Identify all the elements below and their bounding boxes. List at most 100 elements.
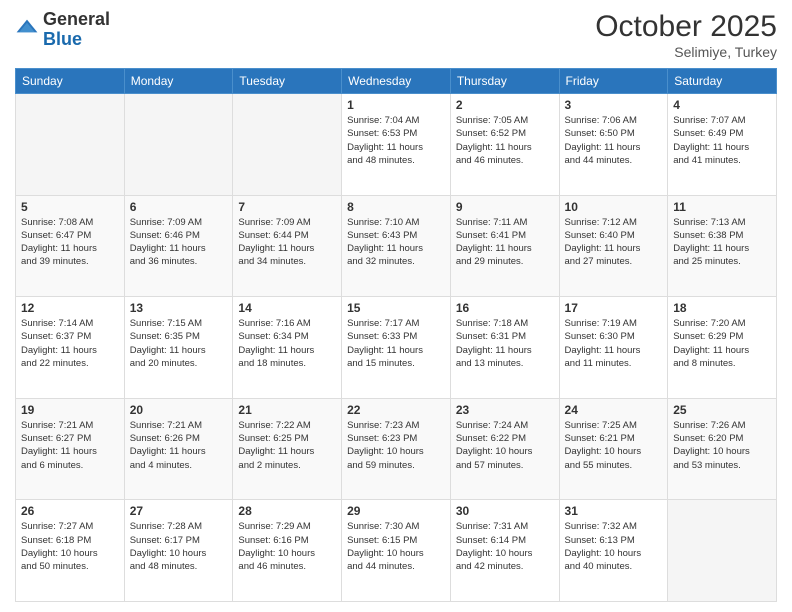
header-monday: Monday bbox=[124, 69, 233, 94]
day-info: Sunrise: 7:06 AMSunset: 6:50 PMDaylight:… bbox=[565, 114, 663, 167]
day-cell: 15Sunrise: 7:17 AMSunset: 6:33 PMDayligh… bbox=[342, 297, 451, 399]
day-info: Sunrise: 7:21 AMSunset: 6:26 PMDaylight:… bbox=[130, 419, 228, 472]
logo-icon bbox=[15, 18, 39, 42]
day-number: 9 bbox=[456, 200, 554, 214]
day-number: 5 bbox=[21, 200, 119, 214]
day-cell: 7 Sunrise: 7:09 AMSunset: 6:44 PMDaylight… bbox=[233, 195, 342, 297]
day-cell: 27 Sunrise: 7:28 AMSunset: 6:17 PMDayligh… bbox=[124, 500, 233, 602]
day-info: Sunrise: 7:09 AMSunset: 6:44 PMDaylight:… bbox=[238, 216, 336, 269]
day-info: Sunrise: 7:05 AMSunset: 6:52 PMDaylight:… bbox=[456, 114, 554, 167]
day-info: Sunrise: 7:22 AMSunset: 6:25 PMDaylight:… bbox=[238, 419, 336, 472]
day-number: 22 bbox=[347, 403, 445, 417]
logo: General Blue bbox=[15, 10, 110, 50]
day-number: 23 bbox=[456, 403, 554, 417]
day-number: 20 bbox=[130, 403, 228, 417]
week-row-4: 26Sunrise: 7:27 AMSunset: 6:18 PMDayligh… bbox=[16, 500, 777, 602]
day-info: Sunrise: 7:20 AMSunset: 6:29 PMDaylight:… bbox=[673, 317, 771, 370]
page: General Blue October 2025 Selimiye, Turk… bbox=[0, 0, 792, 612]
calendar-table: Sunday Monday Tuesday Wednesday Thursday… bbox=[15, 68, 777, 602]
day-cell: 24 Sunrise: 7:25 AMSunset: 6:21 PMDayligh… bbox=[559, 398, 668, 500]
day-cell: 25 Sunrise: 7:26 AMSunset: 6:20 PMDayligh… bbox=[668, 398, 777, 500]
day-cell: 3 Sunrise: 7:06 AMSunset: 6:50 PMDaylight… bbox=[559, 94, 668, 196]
day-number: 29 bbox=[347, 504, 445, 518]
day-cell: 16Sunrise: 7:18 AMSunset: 6:31 PMDayligh… bbox=[450, 297, 559, 399]
day-number: 21 bbox=[238, 403, 336, 417]
day-info: Sunrise: 7:12 AMSunset: 6:40 PMDaylight:… bbox=[565, 216, 663, 269]
day-cell: 18Sunrise: 7:20 AMSunset: 6:29 PMDayligh… bbox=[668, 297, 777, 399]
week-row-0: 1 Sunrise: 7:04 AMSunset: 6:53 PMDaylight… bbox=[16, 94, 777, 196]
day-cell: 14 Sunrise: 7:16 AMSunset: 6:34 PMDayligh… bbox=[233, 297, 342, 399]
day-cell bbox=[124, 94, 233, 196]
header-tuesday: Tuesday bbox=[233, 69, 342, 94]
day-info: Sunrise: 7:23 AMSunset: 6:23 PMDaylight:… bbox=[347, 419, 445, 472]
day-cell: 10 Sunrise: 7:12 AMSunset: 6:40 PMDayligh… bbox=[559, 195, 668, 297]
day-number: 27 bbox=[130, 504, 228, 518]
day-cell: 8 Sunrise: 7:10 AMSunset: 6:43 PMDaylight… bbox=[342, 195, 451, 297]
day-info: Sunrise: 7:25 AMSunset: 6:21 PMDaylight:… bbox=[565, 419, 663, 472]
month-title: October 2025 bbox=[595, 10, 777, 44]
day-cell: 11 Sunrise: 7:13 AMSunset: 6:38 PMDayligh… bbox=[668, 195, 777, 297]
day-cell: 21 Sunrise: 7:22 AMSunset: 6:25 PMDayligh… bbox=[233, 398, 342, 500]
day-info: Sunrise: 7:26 AMSunset: 6:20 PMDaylight:… bbox=[673, 419, 771, 472]
location-subtitle: Selimiye, Turkey bbox=[595, 44, 777, 60]
day-info: Sunrise: 7:15 AMSunset: 6:35 PMDaylight:… bbox=[130, 317, 228, 370]
day-info: Sunrise: 7:13 AMSunset: 6:38 PMDaylight:… bbox=[673, 216, 771, 269]
day-number: 11 bbox=[673, 200, 771, 214]
header-thursday: Thursday bbox=[450, 69, 559, 94]
day-info: Sunrise: 7:09 AMSunset: 6:46 PMDaylight:… bbox=[130, 216, 228, 269]
day-number: 13 bbox=[130, 301, 228, 315]
week-row-1: 5 Sunrise: 7:08 AMSunset: 6:47 PMDaylight… bbox=[16, 195, 777, 297]
day-info: Sunrise: 7:07 AMSunset: 6:49 PMDaylight:… bbox=[673, 114, 771, 167]
day-info: Sunrise: 7:10 AMSunset: 6:43 PMDaylight:… bbox=[347, 216, 445, 269]
day-info: Sunrise: 7:19 AMSunset: 6:30 PMDaylight:… bbox=[565, 317, 663, 370]
day-info: Sunrise: 7:16 AMSunset: 6:34 PMDaylight:… bbox=[238, 317, 336, 370]
day-cell: 23Sunrise: 7:24 AMSunset: 6:22 PMDayligh… bbox=[450, 398, 559, 500]
header-sunday: Sunday bbox=[16, 69, 125, 94]
day-number: 25 bbox=[673, 403, 771, 417]
week-row-2: 12Sunrise: 7:14 AMSunset: 6:37 PMDayligh… bbox=[16, 297, 777, 399]
day-cell: 13 Sunrise: 7:15 AMSunset: 6:35 PMDayligh… bbox=[124, 297, 233, 399]
day-cell: 5 Sunrise: 7:08 AMSunset: 6:47 PMDaylight… bbox=[16, 195, 125, 297]
day-info: Sunrise: 7:11 AMSunset: 6:41 PMDaylight:… bbox=[456, 216, 554, 269]
header: General Blue October 2025 Selimiye, Turk… bbox=[15, 10, 777, 60]
header-friday: Friday bbox=[559, 69, 668, 94]
header-wednesday: Wednesday bbox=[342, 69, 451, 94]
day-number: 6 bbox=[130, 200, 228, 214]
day-number: 3 bbox=[565, 98, 663, 112]
day-number: 10 bbox=[565, 200, 663, 214]
day-number: 17 bbox=[565, 301, 663, 315]
day-cell: 1 Sunrise: 7:04 AMSunset: 6:53 PMDaylight… bbox=[342, 94, 451, 196]
day-cell: 26Sunrise: 7:27 AMSunset: 6:18 PMDayligh… bbox=[16, 500, 125, 602]
title-block: October 2025 Selimiye, Turkey bbox=[595, 10, 777, 60]
day-number: 19 bbox=[21, 403, 119, 417]
day-number: 16 bbox=[456, 301, 554, 315]
day-number: 14 bbox=[238, 301, 336, 315]
day-info: Sunrise: 7:21 AMSunset: 6:27 PMDaylight:… bbox=[21, 419, 119, 472]
day-cell: 17 Sunrise: 7:19 AMSunset: 6:30 PMDayligh… bbox=[559, 297, 668, 399]
day-number: 12 bbox=[21, 301, 119, 315]
day-cell: 22 Sunrise: 7:23 AMSunset: 6:23 PMDayligh… bbox=[342, 398, 451, 500]
header-saturday: Saturday bbox=[668, 69, 777, 94]
day-number: 31 bbox=[565, 504, 663, 518]
day-cell: 30Sunrise: 7:31 AMSunset: 6:14 PMDayligh… bbox=[450, 500, 559, 602]
day-number: 7 bbox=[238, 200, 336, 214]
day-cell: 19 Sunrise: 7:21 AMSunset: 6:27 PMDayligh… bbox=[16, 398, 125, 500]
day-number: 2 bbox=[456, 98, 554, 112]
day-info: Sunrise: 7:04 AMSunset: 6:53 PMDaylight:… bbox=[347, 114, 445, 167]
day-number: 8 bbox=[347, 200, 445, 214]
day-cell bbox=[233, 94, 342, 196]
day-info: Sunrise: 7:08 AMSunset: 6:47 PMDaylight:… bbox=[21, 216, 119, 269]
day-cell: 6 Sunrise: 7:09 AMSunset: 6:46 PMDaylight… bbox=[124, 195, 233, 297]
day-number: 1 bbox=[347, 98, 445, 112]
day-cell bbox=[668, 500, 777, 602]
day-cell: 20 Sunrise: 7:21 AMSunset: 6:26 PMDayligh… bbox=[124, 398, 233, 500]
day-number: 26 bbox=[21, 504, 119, 518]
day-number: 15 bbox=[347, 301, 445, 315]
logo-blue-text: Blue bbox=[43, 29, 82, 49]
day-cell: 12Sunrise: 7:14 AMSunset: 6:37 PMDayligh… bbox=[16, 297, 125, 399]
day-cell: 9 Sunrise: 7:11 AMSunset: 6:41 PMDaylight… bbox=[450, 195, 559, 297]
day-cell bbox=[16, 94, 125, 196]
weekday-header-row: Sunday Monday Tuesday Wednesday Thursday… bbox=[16, 69, 777, 94]
day-number: 24 bbox=[565, 403, 663, 417]
day-info: Sunrise: 7:28 AMSunset: 6:17 PMDaylight:… bbox=[130, 520, 228, 573]
